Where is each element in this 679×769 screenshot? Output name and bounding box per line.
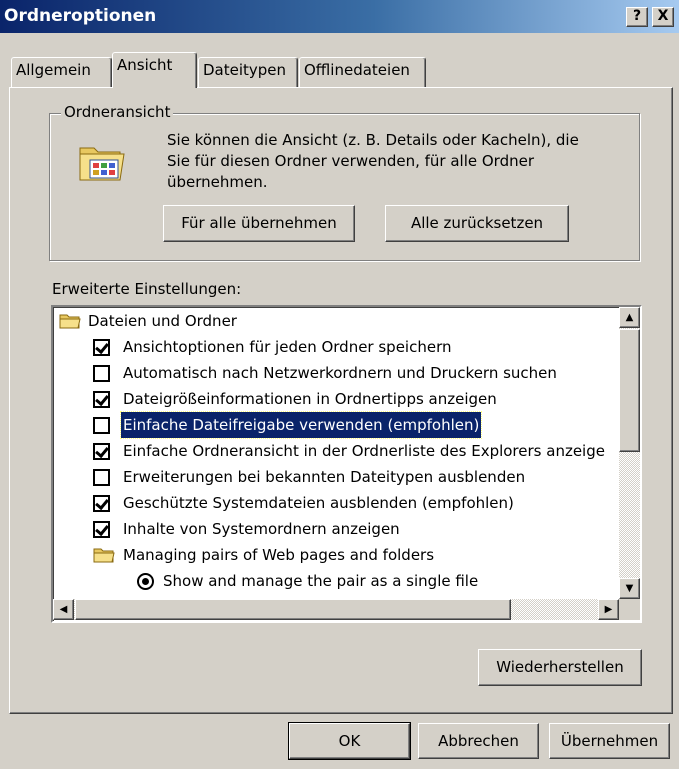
list-item[interactable]: Show and manage the pair as a single fil… xyxy=(57,568,617,594)
folder-view-description: Sie können die Ansicht (z. B. Details od… xyxy=(167,131,579,191)
scroll-left-icon[interactable]: ◀ xyxy=(53,599,74,620)
list-item-label: Einfache Ordneransicht in der Ordnerlist… xyxy=(123,442,605,460)
tab-allgemein[interactable]: Allgemein xyxy=(11,57,112,87)
close-button[interactable]: X xyxy=(652,7,674,27)
advanced-settings-list[interactable]: Dateien und Ordner Ansichtoptionen für j… xyxy=(51,305,642,623)
group-title: Ordneransicht xyxy=(61,103,174,121)
list-item-label: Ansichtoptionen für jeden Ordner speiche… xyxy=(123,338,452,356)
list-item-label: Inhalte von Systemordnern anzeigen xyxy=(123,520,400,538)
checkbox[interactable] xyxy=(93,365,110,382)
list-item-selected[interactable]: Einfache Dateifreigabe verwenden (empfoh… xyxy=(57,411,617,439)
title-bar[interactable]: Ordneroptionen ? X xyxy=(0,0,679,33)
scroll-up-icon[interactable]: ▲ xyxy=(619,307,640,328)
checkbox[interactable] xyxy=(93,469,110,486)
apply-to-all-folders-button[interactable]: Für alle übernehmen xyxy=(163,205,355,242)
help-button[interactable]: ? xyxy=(626,7,648,27)
list-item: Dateien und Ordner xyxy=(57,308,617,334)
checkbox[interactable] xyxy=(93,495,110,512)
checkbox[interactable] xyxy=(93,417,110,434)
ok-button[interactable]: OK xyxy=(288,722,411,760)
tab-dateitypen[interactable]: Dateitypen xyxy=(198,57,298,87)
list-item[interactable]: Erweiterungen bei bekannten Dateitypen a… xyxy=(57,464,617,490)
list-item[interactable]: Einfache Ordneransicht in der Ordnerlist… xyxy=(57,438,617,464)
advanced-settings-label: Erweiterte Einstellungen: xyxy=(52,280,242,298)
list-item-label: Geschützte Systemdateien ausblenden (emp… xyxy=(123,494,514,512)
list-item[interactable]: Automatisch nach Netzwerkordnern und Dru… xyxy=(57,360,617,386)
list-item-label: Automatisch nach Netzwerkordnern und Dru… xyxy=(123,364,557,382)
folder-icon xyxy=(93,548,115,563)
tab-ansicht[interactable]: Ansicht xyxy=(112,52,197,88)
list-item-label: Dateien und Ordner xyxy=(88,312,237,330)
horizontal-scrollbar[interactable]: ◀ ▶ xyxy=(53,599,619,620)
list-item[interactable]: Ansichtoptionen für jeden Ordner speiche… xyxy=(57,334,617,360)
checkbox[interactable] xyxy=(93,443,110,460)
scrollbar-corner xyxy=(619,599,640,620)
horizontal-scroll-thumb[interactable] xyxy=(75,599,511,620)
scroll-down-icon[interactable]: ▼ xyxy=(619,578,640,599)
vertical-scrollbar[interactable]: ▲ ▼ xyxy=(619,307,640,599)
list-item[interactable]: Inhalte von Systemordnern anzeigen xyxy=(57,516,617,542)
list-item-label: Show and manage the pair as a single fil… xyxy=(163,572,479,590)
checkbox[interactable] xyxy=(93,339,110,356)
radio-button[interactable] xyxy=(137,573,154,590)
list-item[interactable]: Dateigrößeinformationen in Ordnertipps a… xyxy=(57,386,617,412)
vertical-scroll-thumb[interactable] xyxy=(619,329,640,452)
window-title: Ordneroptionen xyxy=(4,6,157,26)
checkbox[interactable] xyxy=(93,391,110,408)
reset-all-folders-button[interactable]: Alle zurücksetzen xyxy=(385,205,569,242)
scroll-right-icon[interactable]: ▶ xyxy=(598,599,619,620)
tab-offlinedateien[interactable]: Offlinedateien xyxy=(299,57,426,87)
restore-defaults-button[interactable]: Wiederherstellen xyxy=(478,649,642,686)
list-item[interactable]: Geschützte Systemdateien ausblenden (emp… xyxy=(57,490,617,516)
folder-view-icon xyxy=(79,147,125,181)
checkbox[interactable] xyxy=(93,521,110,538)
list-item-label: Einfache Dateifreigabe verwenden (empfoh… xyxy=(119,411,483,439)
folder-icon xyxy=(59,314,81,329)
list-item-label: Dateigrößeinformationen in Ordnertipps a… xyxy=(123,390,497,408)
cancel-button[interactable]: Abbrechen xyxy=(418,723,539,759)
list-item-label: Managing pairs of Web pages and folders xyxy=(123,546,435,564)
folder-options-dialog: Ordneroptionen ? X Allgemein Ansicht Dat… xyxy=(0,0,679,769)
apply-button[interactable]: Übernehmen xyxy=(549,723,670,759)
list-item: Managing pairs of Web pages and folders xyxy=(57,542,617,568)
list-item-label: Erweiterungen bei bekannten Dateitypen a… xyxy=(123,468,526,486)
